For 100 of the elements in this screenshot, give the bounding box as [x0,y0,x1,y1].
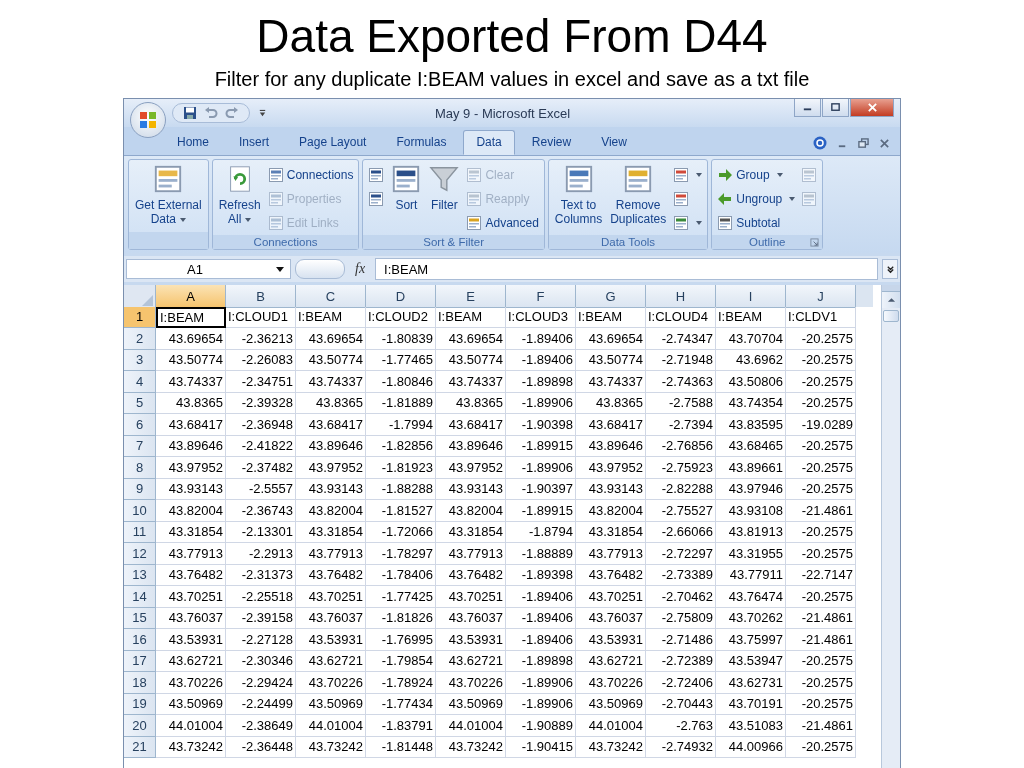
ribbon-tab[interactable]: Review [518,130,585,155]
table-cell: 43.93143 [156,478,226,500]
table-cell: -2.36213 [226,328,296,350]
row-header[interactable]: 14 [124,586,156,608]
column-header[interactable]: H [646,285,716,308]
row-header[interactable]: 20 [124,715,156,737]
name-box[interactable]: A1 [126,259,291,279]
ribbon-button[interactable]: Filter [426,162,463,233]
table-cell: 43.76037 [576,607,646,629]
row-header[interactable]: 11 [124,521,156,543]
minimize-button[interactable] [794,99,821,117]
table-cell: 43.93108 [716,500,786,522]
table-cell: -1.83791 [366,715,436,737]
row-header[interactable]: 21 [124,736,156,758]
restore-icon[interactable] [858,137,869,149]
column-header[interactable]: G [576,285,646,308]
row-header[interactable]: 6 [124,414,156,436]
table-cell: -2.41822 [226,435,296,457]
ribbon-button[interactable]: Group [715,164,798,185]
ribbon-button[interactable]: Text to Columns [551,162,606,233]
ribbon-tab[interactable]: Insert [226,130,283,155]
row-header[interactable]: 18 [124,672,156,694]
table-cell: 43.97946 [716,478,786,500]
table-cell: 43.97952 [576,457,646,479]
dialog-launcher-icon[interactable] [810,237,820,247]
ribbon-tab[interactable]: View [588,130,640,155]
formula-bar-handle[interactable] [295,259,345,279]
row-header[interactable]: 3 [124,349,156,371]
table-cell: 43.69654 [296,328,366,350]
table-cell: -1.89398 [506,564,576,586]
table-cell: 43.77913 [156,543,226,565]
table-cell: I:CLOUD1 [226,306,296,328]
expand-formula-bar-button[interactable] [882,259,898,279]
group-label: Sort & Filter [423,236,484,248]
table-cell: -1.89906 [506,672,576,694]
ribbon-button[interactable]: Connections [265,164,356,185]
vertical-scrollbar[interactable] [881,285,900,768]
table-cell: 43.76482 [436,564,506,586]
row-header[interactable]: 5 [124,392,156,414]
slide-subtitle: Filter for any duplicate I:BEAM values in excel and save as a txt file [214,67,810,92]
office-button[interactable] [130,102,166,138]
column-header[interactable]: A [156,285,226,308]
table-cell: 43.93143 [436,478,506,500]
scroll-up-button[interactable] [882,292,900,308]
ribbon-button[interactable]: Refresh All [215,162,264,233]
table-cell: -1.90398 [506,414,576,436]
formula-input[interactable]: I:BEAM [375,258,878,280]
save-button[interactable] [181,106,199,120]
column-header[interactable]: J [786,285,856,308]
ribbon-tab[interactable]: Page Layout [286,130,380,155]
ribbon-tab[interactable]: Home [164,130,222,155]
help-icon[interactable] [813,136,827,150]
table-cell: 43.69654 [436,328,506,350]
table-cell: -2.39158 [226,607,296,629]
table-cell: 43.70262 [716,607,786,629]
table-cell: -1.89898 [506,650,576,672]
table-cell: 43.82004 [156,500,226,522]
close-button[interactable] [850,99,894,117]
insert-function-button[interactable]: fx [349,261,372,277]
ribbon-tab[interactable]: Data [463,130,515,155]
column-header[interactable]: B [226,285,296,308]
maximize-button[interactable] [822,99,849,117]
close-icon[interactable] [879,137,890,149]
row-header[interactable]: 16 [124,629,156,651]
row-header[interactable]: 2 [124,328,156,350]
row-header[interactable]: 17 [124,650,156,672]
table-cell: -2.71486 [646,629,716,651]
column-header[interactable]: I [716,285,786,308]
ribbon-button[interactable]: Sort [388,162,425,233]
ribbon-button[interactable]: Ungroup [715,188,798,209]
scroll-thumb[interactable] [883,310,899,322]
ribbon-button[interactable]: Remove Duplicates [607,162,670,233]
table-cell: 43.50969 [156,693,226,715]
row-header[interactable]: 15 [124,607,156,629]
row-header[interactable]: 4 [124,371,156,393]
column-header[interactable]: F [506,285,576,308]
table-cell: -2.25518 [226,586,296,608]
row-header[interactable]: 12 [124,543,156,565]
table-cell: -1.89406 [506,586,576,608]
maximize-icon [830,102,841,113]
row-header[interactable]: 9 [124,478,156,500]
table-cell: -2.5557 [226,478,296,500]
table-cell: 44.01004 [576,715,646,737]
table-cell: 43.89646 [576,435,646,457]
ribbon-button[interactable]: Subtotal [715,212,798,233]
table-cell: 43.31854 [436,521,506,543]
row-header[interactable]: 7 [124,435,156,457]
row-header[interactable]: 8 [124,457,156,479]
group-label: Outline [749,236,786,248]
row-header[interactable]: 1 [124,306,156,328]
ribbon-tab[interactable]: Formulas [383,130,460,155]
row-header[interactable]: 10 [124,500,156,522]
column-header[interactable]: D [366,285,436,308]
row-header[interactable]: 19 [124,693,156,715]
row-header[interactable]: 13 [124,564,156,586]
ribbon-button[interactable]: Advanced [464,212,541,233]
column-header[interactable]: C [296,285,366,308]
column-header[interactable]: E [436,285,506,308]
ribbon-button[interactable]: Get External Data [132,162,205,230]
table-cell: -1.89406 [506,607,576,629]
